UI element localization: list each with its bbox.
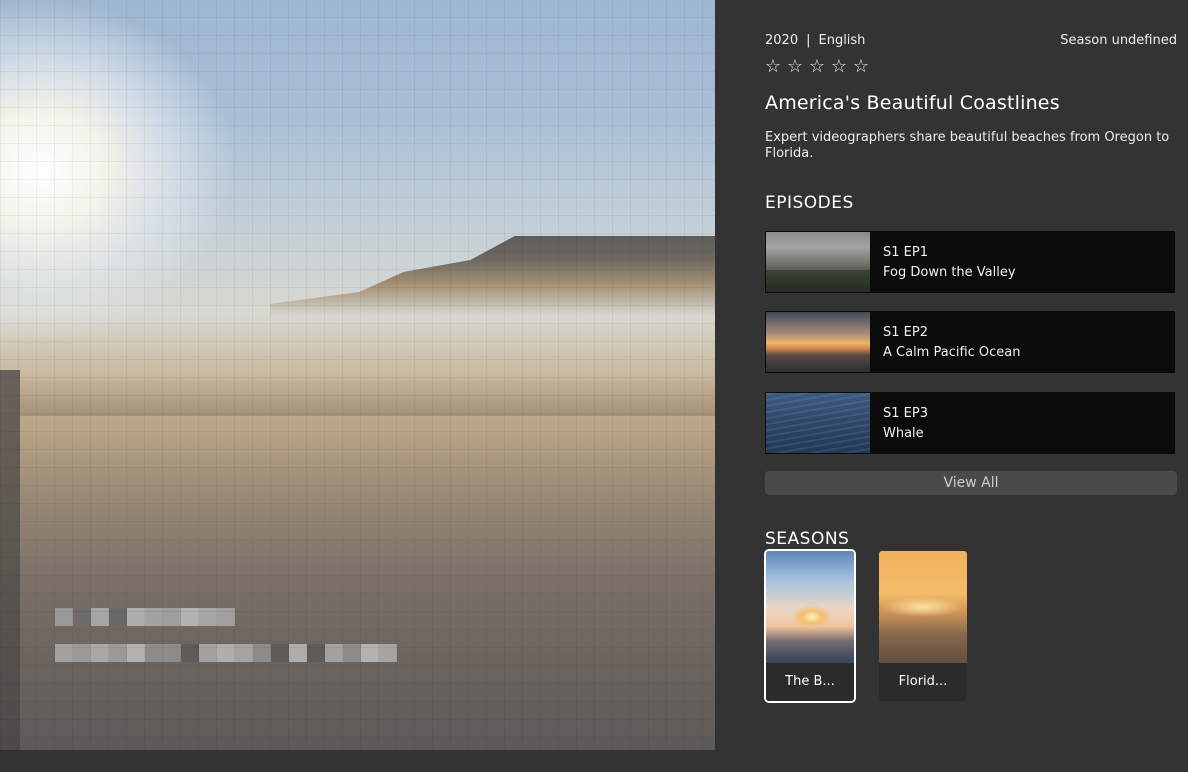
hero-image [0, 0, 715, 750]
episode-title: Whale [883, 426, 924, 441]
show-description: Expert videographers share beautiful bea… [765, 130, 1170, 161]
episode-number: S1 EP3 [883, 406, 928, 421]
season-card[interactable]: Florid... [879, 551, 967, 701]
episode-thumbnail [766, 232, 870, 292]
rating-stars: ☆ ☆ ☆ ☆ ☆ [764, 57, 870, 77]
episode-thumbnail [766, 312, 870, 372]
season-title: Florid... [879, 663, 967, 701]
show-meta: 2020 | English [765, 33, 865, 48]
star-icon[interactable]: ☆ [852, 57, 870, 77]
show-year: 2020 [765, 33, 799, 48]
episode-thumbnail [766, 393, 870, 453]
episode-number: S1 EP1 [883, 245, 928, 260]
star-icon[interactable]: ☆ [786, 57, 804, 77]
episode-card[interactable]: S1 EP3 Whale [765, 392, 1175, 454]
hero-pixel-grid [0, 0, 715, 750]
episode-number: S1 EP2 [883, 325, 928, 340]
show-language: English [818, 33, 866, 48]
star-icon[interactable]: ☆ [764, 57, 782, 77]
show-title: America's Beautiful Coastlines [765, 92, 1060, 114]
episode-card[interactable]: S1 EP1 Fog Down the Valley [765, 231, 1175, 293]
episode-card[interactable]: S1 EP2 A Calm Pacific Ocean [765, 311, 1175, 373]
episode-title: Fog Down the Valley [883, 265, 1016, 280]
episodes-heading: EPISODES [765, 193, 854, 213]
meta-separator: | [806, 33, 811, 48]
star-icon[interactable]: ☆ [808, 57, 826, 77]
season-label: Season undefined [1060, 33, 1177, 48]
season-title: The B... [766, 663, 854, 701]
seasons-heading: SEASONS [765, 529, 850, 549]
view-all-button[interactable]: View All [765, 471, 1177, 495]
season-card[interactable]: The B... [764, 549, 856, 703]
star-icon[interactable]: ☆ [830, 57, 848, 77]
episode-title: A Calm Pacific Ocean [883, 345, 1021, 360]
